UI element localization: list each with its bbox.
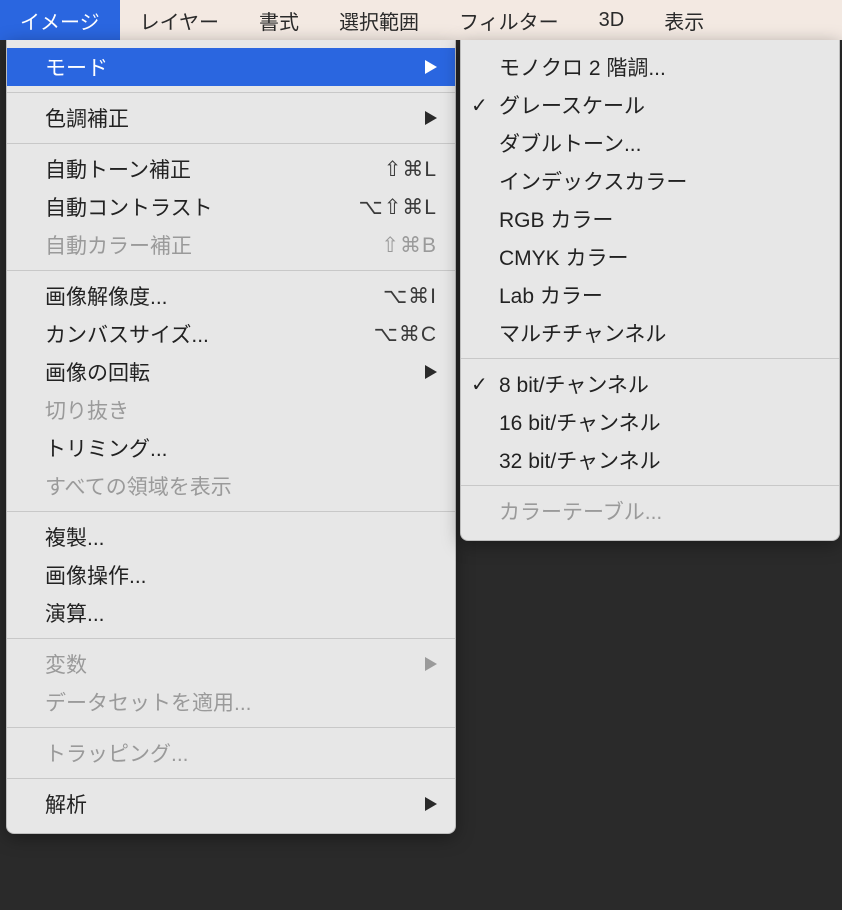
menu-item-label: CMYK カラー (499, 242, 821, 272)
menu-item-label: 色調補正 (45, 103, 385, 133)
menu-item-label: 8 bit/チャンネル (499, 369, 821, 399)
menu-item[interactable]: ダブルトーン... (461, 124, 839, 162)
menu-item[interactable]: Lab カラー (461, 276, 839, 314)
menu-item[interactable]: 自動コントラスト ⌥⇧⌘L (7, 188, 455, 226)
menu-item-label: 16 bit/チャンネル (499, 407, 821, 437)
menu-item-shortcut: ⌥⇧⌘L (359, 195, 437, 220)
menu-item: 切り抜き (7, 391, 455, 429)
menubar-item-label: イメージ (20, 6, 100, 35)
menu-item-label: 自動カラー補正 (45, 230, 341, 260)
menu-item-label: モノクロ 2 階調... (499, 52, 821, 82)
menu-item-label: インデックスカラー (499, 166, 821, 196)
menubar-item-label: 3D (599, 9, 625, 32)
menubar-item-label: 書式 (259, 6, 299, 35)
menu-separator (7, 270, 455, 271)
menu-item-label: RGB カラー (499, 204, 821, 234)
submenu-arrow-icon (425, 657, 437, 671)
menu-item-label: 画像解像度... (45, 281, 343, 311)
menubar-item[interactable]: 書式 (239, 0, 319, 40)
menu-item-shortcut: ⌥⌘I (383, 284, 437, 309)
menu-item-label: グレースケール (499, 90, 821, 120)
menu-separator (7, 778, 455, 779)
menu-item-label: カラーテーブル... (499, 496, 821, 526)
menu-item[interactable]: ✓ グレースケール (461, 86, 839, 124)
menu-item-shortcut: ⇧⌘B (381, 233, 437, 258)
menu-item: トラッピング... (7, 734, 455, 772)
menubar: イメージ レイヤー 書式 選択範囲 フィルター 3D 表示 (0, 0, 842, 40)
menu-item[interactable]: モード (7, 48, 455, 86)
menu-item-label: カンバスサイズ... (45, 319, 334, 349)
menubar-item-label: レイヤー (140, 6, 219, 35)
menu-item-label: トラッピング... (45, 738, 437, 768)
menu-item[interactable]: 自動トーン補正 ⇧⌘L (7, 150, 455, 188)
menu-separator (7, 727, 455, 728)
menu-item-label: 32 bit/チャンネル (499, 445, 821, 475)
submenu-arrow-icon (425, 111, 437, 125)
menu-item[interactable]: 画像操作... (7, 556, 455, 594)
menu-separator (461, 485, 839, 486)
menu-item-label: データセットを適用... (45, 687, 437, 717)
menubar-item[interactable]: 表示 (644, 0, 724, 40)
menu-item[interactable]: 解析 (7, 785, 455, 823)
menu-item[interactable]: 画像解像度... ⌥⌘I (7, 277, 455, 315)
menu-item-label: 複製... (45, 522, 437, 552)
image-menu: モード色調補正自動トーン補正 ⇧⌘L 自動コントラスト ⌥⇧⌘L 自動カラー補正 ⇧⌘B 画… (6, 40, 456, 834)
submenu-arrow-icon (425, 60, 437, 74)
menu-separator (7, 143, 455, 144)
menu-separator (7, 92, 455, 93)
menu-item: すべての領域を表示 (7, 467, 455, 505)
check-icon: ✓ (471, 93, 488, 118)
menu-item-label: すべての領域を表示 (45, 471, 437, 501)
menubar-item[interactable]: レイヤー (120, 0, 239, 40)
menu-item-label: 変数 (45, 649, 385, 679)
check-icon: ✓ (471, 372, 488, 397)
menu-item[interactable]: 複製... (7, 518, 455, 556)
menu-item[interactable]: RGB カラー (461, 200, 839, 238)
menu-item-label: 画像の回転 (45, 357, 385, 387)
menubar-item-label: 選択範囲 (339, 6, 419, 35)
submenu-arrow-icon (425, 365, 437, 379)
menu-item-label: ダブルトーン... (499, 128, 821, 158)
submenu-arrow-icon (425, 797, 437, 811)
menubar-item[interactable]: イメージ (0, 0, 120, 40)
menu-item[interactable]: 画像の回転 (7, 353, 455, 391)
menubar-item[interactable]: 選択範囲 (319, 0, 439, 40)
menu-item[interactable]: マルチチャンネル (461, 314, 839, 352)
menu-item-label: 自動トーン補正 (45, 154, 344, 184)
menubar-item[interactable]: 3D (579, 0, 645, 40)
menu-item-label: Lab カラー (499, 280, 821, 310)
menu-item[interactable]: CMYK カラー (461, 238, 839, 276)
menu-item[interactable]: 演算... (7, 594, 455, 632)
menu-item-label: 画像操作... (45, 560, 437, 590)
menu-separator (461, 358, 839, 359)
menubar-item[interactable]: フィルター (439, 0, 579, 40)
menu-item-label: 演算... (45, 598, 437, 628)
menu-item[interactable]: 16 bit/チャンネル (461, 403, 839, 441)
menu-separator (7, 511, 455, 512)
menu-item[interactable]: 色調補正 (7, 99, 455, 137)
menu-item-label: マルチチャンネル (499, 318, 821, 348)
menu-item: 自動カラー補正 ⇧⌘B (7, 226, 455, 264)
menu-item-label: 切り抜き (45, 395, 437, 425)
menu-item: カラーテーブル... (461, 492, 839, 530)
menu-item-shortcut: ⌥⌘C (374, 322, 437, 347)
menu-item[interactable]: 32 bit/チャンネル (461, 441, 839, 479)
menubar-item-label: フィルター (459, 6, 559, 35)
menubar-item-label: 表示 (664, 6, 704, 35)
menu-item[interactable]: カンバスサイズ... ⌥⌘C (7, 315, 455, 353)
menu-item: 変数 (7, 645, 455, 683)
menu-item-label: トリミング... (45, 433, 437, 463)
menu-item-label: 自動コントラスト (45, 192, 319, 222)
menu-item-shortcut: ⇧⌘L (384, 157, 437, 182)
menu-item[interactable]: インデックスカラー (461, 162, 839, 200)
menu-item[interactable]: ✓ 8 bit/チャンネル (461, 365, 839, 403)
menu-item-label: モード (45, 52, 385, 82)
menu-item: データセットを適用... (7, 683, 455, 721)
menu-item-label: 解析 (45, 789, 385, 819)
menu-item[interactable]: モノクロ 2 階調... (461, 48, 839, 86)
menu-item[interactable]: トリミング... (7, 429, 455, 467)
mode-submenu: モノクロ 2 階調... ✓ グレースケールダブルトーン... インデックスカラー RG… (460, 40, 840, 541)
menu-separator (7, 638, 455, 639)
